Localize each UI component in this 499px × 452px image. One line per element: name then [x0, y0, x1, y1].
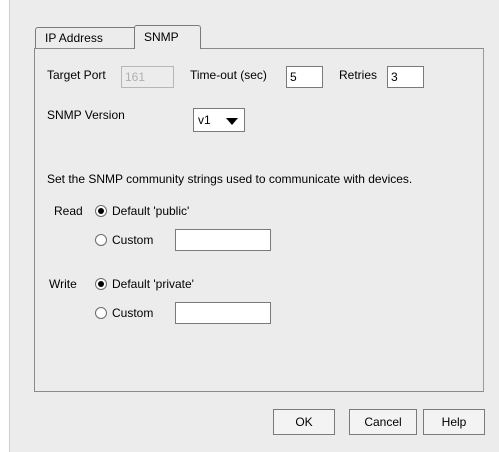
- tab-snmp[interactable]: SNMP: [134, 25, 201, 49]
- help-button[interactable]: Help: [423, 409, 485, 435]
- write-default-radio[interactable]: [95, 278, 107, 290]
- retries-field[interactable]: 3: [387, 66, 424, 88]
- read-label: Read: [54, 204, 83, 218]
- community-description: Set the SNMP community strings used to c…: [47, 172, 413, 186]
- write-default-label[interactable]: Default 'private': [112, 277, 194, 291]
- read-custom-label[interactable]: Custom: [112, 233, 153, 247]
- read-default-radio[interactable]: [95, 205, 107, 217]
- timeout-label: Time-out (sec): [190, 68, 267, 82]
- snmp-version-label: SNMP Version: [47, 108, 125, 122]
- timeout-field[interactable]: 5: [286, 66, 323, 88]
- snmp-dialog: IP Address SNMP Target Port 161 Time-out…: [9, 0, 499, 452]
- write-label: Write: [49, 277, 77, 291]
- ok-button[interactable]: OK: [273, 409, 335, 435]
- read-default-label[interactable]: Default 'public': [112, 204, 189, 218]
- chevron-down-icon: [226, 118, 238, 125]
- read-custom-radio[interactable]: [95, 234, 107, 246]
- target-port-label: Target Port: [47, 68, 106, 82]
- target-port-field[interactable]: 161: [121, 66, 174, 88]
- retries-label: Retries: [339, 68, 378, 82]
- write-custom-radio[interactable]: [95, 307, 107, 319]
- write-custom-label[interactable]: Custom: [112, 306, 153, 320]
- snmp-version-dropdown[interactable]: v1: [193, 108, 245, 132]
- cancel-button[interactable]: Cancel: [349, 409, 417, 435]
- snmp-version-value: v1: [198, 113, 211, 127]
- snmp-tab-panel: Target Port 161 Time-out (sec) 5 Retries…: [34, 48, 484, 392]
- read-custom-field[interactable]: [175, 229, 271, 251]
- tab-ip-address[interactable]: IP Address: [35, 27, 137, 49]
- write-custom-field[interactable]: [175, 302, 271, 324]
